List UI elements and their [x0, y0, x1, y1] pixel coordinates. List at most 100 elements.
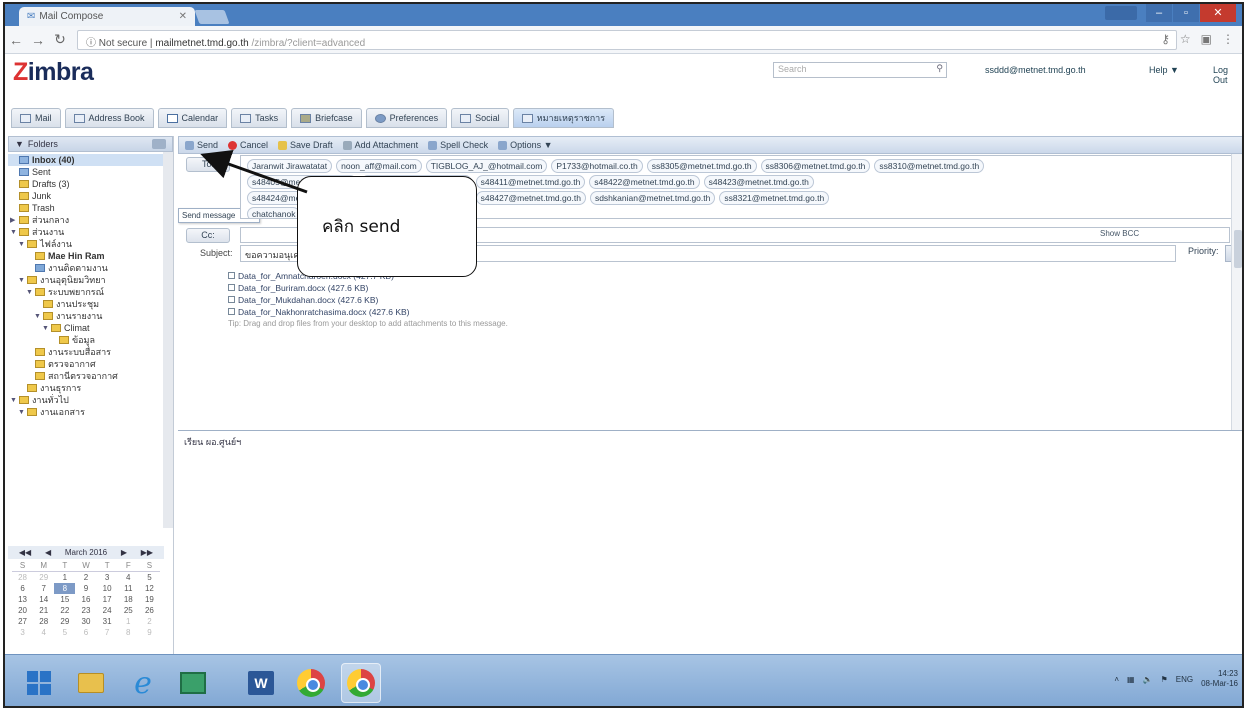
new-tab-button[interactable] [194, 10, 230, 24]
recipient-chip[interactable]: ss8305@metnet.tmd.go.th [646, 159, 757, 173]
close-window-icon[interactable]: ✕ [1200, 4, 1236, 22]
recipient-chip[interactable]: chatchanok [247, 207, 301, 218]
folder-item[interactable]: งานระบบสื่อสาร [8, 346, 163, 358]
calendar-day[interactable]: 16 [75, 594, 96, 605]
expand-toggle-icon[interactable]: ▼ [10, 397, 17, 404]
recipient-chip[interactable]: s48427@metnet.tmd.go.th [475, 191, 586, 205]
calendar-day[interactable]: 2 [75, 572, 96, 583]
show-bcc-link[interactable]: Show BCC [1100, 229, 1139, 238]
calendar-day[interactable]: 24 [97, 605, 118, 616]
calendar-day[interactable]: 5 [54, 627, 75, 638]
folder-item[interactable]: Drafts (3) [8, 178, 163, 190]
logout-link[interactable]: Log Out [1213, 65, 1242, 85]
calendar-day[interactable]: 29 [33, 572, 54, 583]
folder-item[interactable]: Trash [8, 202, 163, 214]
calendar-day[interactable]: 18 [118, 594, 139, 605]
calendar-day[interactable]: 4 [33, 627, 54, 638]
attachment-checkbox[interactable] [228, 296, 235, 303]
calendar-day[interactable]: 17 [97, 594, 118, 605]
calendar-day[interactable]: 9 [75, 583, 96, 594]
calendar-day[interactable]: 21 [33, 605, 54, 616]
app-tab[interactable]: Tasks [231, 108, 288, 128]
header-scrollbar[interactable] [1231, 154, 1242, 430]
attachment-name[interactable]: Data_for_Mukdahan.docx (427.6 KB) [238, 295, 378, 305]
forward-icon[interactable]: → [27, 32, 49, 48]
browser-tab[interactable]: ✉ Mail Compose ✕ [19, 7, 195, 26]
expand-toggle-icon[interactable]: ▼ [18, 241, 25, 248]
folder-item[interactable]: งานติดตามงาน [8, 262, 163, 274]
attachment-item[interactable]: Data_for_Mukdahan.docx (427.6 KB) [228, 294, 508, 306]
search-input[interactable]: Search ⚲ [773, 62, 947, 78]
calendar-day[interactable]: 8 [54, 583, 76, 594]
calendar-day[interactable]: 6 [75, 627, 96, 638]
calendar-day[interactable]: 13 [12, 594, 33, 605]
calendar-day[interactable]: 29 [54, 616, 75, 627]
language-indicator[interactable]: ENG [1176, 675, 1193, 684]
folder-item[interactable]: Inbox (40) [8, 154, 163, 166]
message-body[interactable]: เรียน ผอ.ศูนย์ฯ [178, 430, 1242, 654]
recipient-chip[interactable]: ss8306@metnet.tmd.go.th [760, 159, 871, 173]
volume-icon[interactable]: 🔈 [1143, 675, 1153, 684]
folder-item[interactable]: ตรวจอากาศ [8, 358, 163, 370]
recipient-chip[interactable]: ss8310@metnet.tmd.go.th [874, 159, 985, 173]
folder-item[interactable]: Mae Hin Ram [8, 250, 163, 262]
attachment-name[interactable]: Data_for_Nakhonratchasima.docx (427.6 KB… [238, 307, 410, 317]
recipient-chip[interactable]: TIGBLOG_AJ_@hotmail.com [425, 159, 548, 173]
expand-toggle-icon[interactable]: ▼ [34, 313, 41, 320]
app-tab[interactable]: Address Book [64, 108, 154, 128]
minimize-icon[interactable]: – [1146, 4, 1172, 22]
cc-button[interactable]: Cc: [186, 227, 230, 243]
folder-item[interactable]: ▼ งานทั่วไป [8, 394, 163, 406]
expand-toggle-icon[interactable]: ▼ [18, 409, 25, 416]
folder-item[interactable]: Sent [8, 166, 163, 178]
folder-item[interactable]: ▼ งานเอกสาร [8, 406, 163, 418]
app-tab[interactable]: Calendar [157, 108, 228, 128]
attachment-name[interactable]: Data_for_Buriram.docx (427.6 KB) [238, 283, 368, 293]
app-tab[interactable]: Preferences [365, 108, 448, 128]
collapse-icon[interactable]: ▼ [15, 139, 24, 149]
recipient-chip[interactable]: noon_aff@mail.com [336, 159, 422, 173]
toolbar-button[interactable]: Spell Check [428, 140, 488, 150]
photos-app-icon[interactable] [173, 663, 213, 703]
search-icon[interactable]: ⚲ [936, 63, 943, 74]
folder-item[interactable]: ▼ ระบบพยากรณ์ [8, 286, 163, 298]
calendar-day[interactable]: 27 [12, 616, 33, 627]
key-icon[interactable]: ⚷ [1161, 32, 1170, 46]
flag-icon[interactable]: ⚑ [1161, 675, 1168, 684]
close-tab-icon[interactable]: ✕ [179, 11, 187, 22]
toolbar-button[interactable]: Options ▼ [498, 140, 553, 150]
calendar-day[interactable]: 28 [12, 572, 33, 583]
folder-item[interactable]: ▼ งานอุตุนิยมวิทยา [8, 274, 163, 286]
folder-item[interactable]: ▼ งานรายงาน [8, 310, 163, 322]
expand-toggle-icon[interactable]: ▼ [26, 289, 33, 296]
calendar-day[interactable]: 10 [97, 583, 118, 594]
folder-item[interactable]: สถานีตรวจอากาศ [8, 370, 163, 382]
folder-item[interactable]: งานประชุม [8, 298, 163, 310]
next-year-icon[interactable]: ▶▶ [141, 548, 153, 557]
omnibox[interactable]: ⓘ Not secure | mailmetnet.tmd.go.th /zim… [77, 30, 1177, 50]
calendar-day[interactable]: 3 [97, 572, 118, 583]
help-menu[interactable]: Help ▼ [1149, 65, 1179, 75]
calendar-day[interactable]: 8 [118, 627, 139, 638]
file-explorer-icon[interactable] [71, 663, 111, 703]
calendar-day[interactable]: 23 [75, 605, 96, 616]
calendar-day[interactable]: 22 [54, 605, 75, 616]
chrome-active-icon[interactable] [341, 663, 381, 703]
prev-month-icon[interactable]: ◀ [45, 548, 51, 557]
calendar-day[interactable]: 3 [12, 627, 33, 638]
calendar-day[interactable]: 2 [139, 616, 160, 627]
attachment-item[interactable]: Data_for_Nakhonratchasima.docx (427.6 KB… [228, 306, 508, 318]
maximize-icon[interactable]: ▫ [1173, 4, 1199, 22]
attachment-checkbox[interactable] [228, 272, 235, 279]
folder-item[interactable]: งานธุรการ [8, 382, 163, 394]
word-app-icon[interactable]: W [241, 663, 281, 703]
recipient-chip[interactable]: P1733@hotmail.co.th [551, 159, 643, 173]
zimbra-logo[interactable]: Zimbra [13, 58, 94, 87]
folder-item[interactable]: ข้อมูล [8, 334, 163, 346]
attachment-checkbox[interactable] [228, 284, 235, 291]
calendar-day[interactable]: 20 [12, 605, 33, 616]
user-account[interactable]: ssddd@metnet.tmd.go.th [985, 65, 1086, 75]
expand-toggle-icon[interactable]: ▼ [10, 229, 17, 236]
calendar-day[interactable]: 26 [139, 605, 160, 616]
folder-item[interactable]: Junk [8, 190, 163, 202]
